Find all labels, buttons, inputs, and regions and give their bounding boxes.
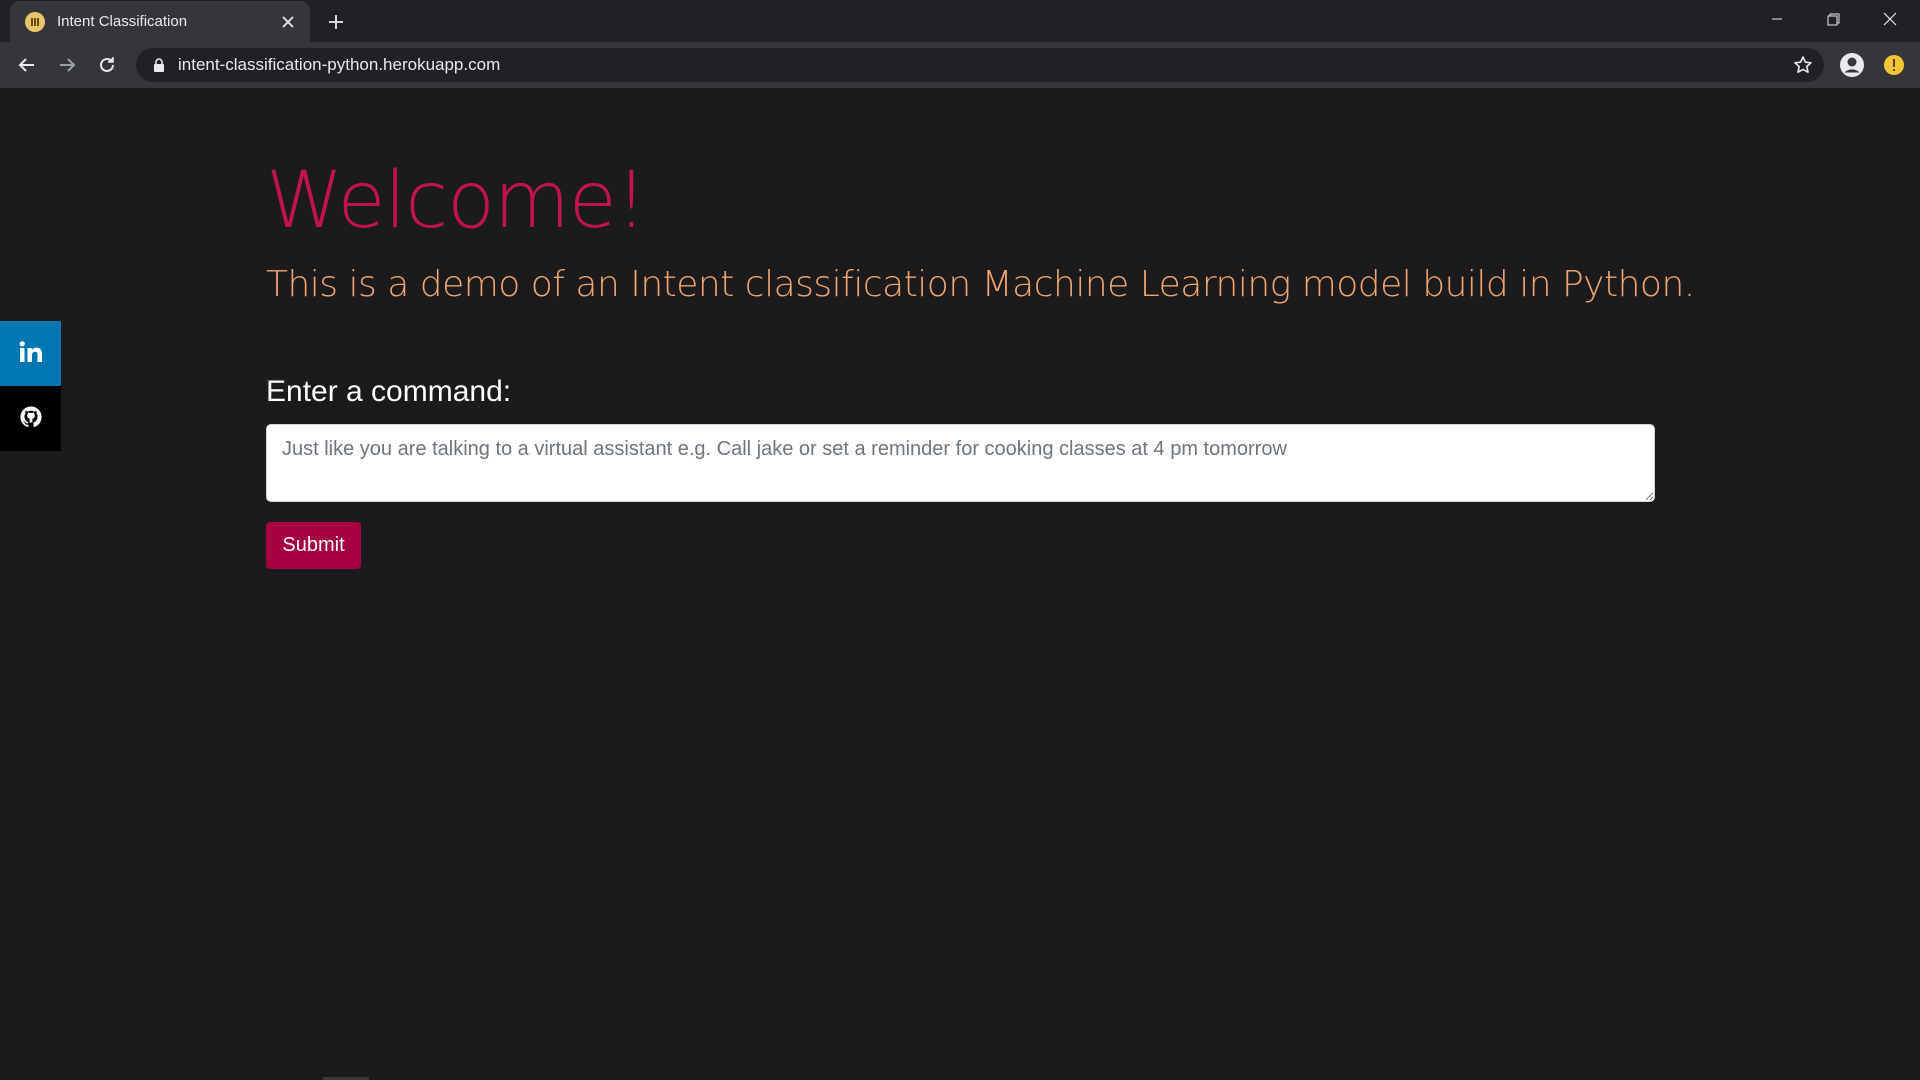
command-input[interactable] bbox=[266, 424, 1655, 502]
lock-icon[interactable] bbox=[150, 56, 168, 74]
browser-tab[interactable]: Intent Classification bbox=[10, 1, 310, 42]
url-text[interactable]: intent-classification-python.herokuapp.c… bbox=[178, 55, 1788, 75]
tab-close-icon[interactable] bbox=[276, 10, 300, 34]
browser-toolbar: intent-classification-python.herokuapp.c… bbox=[0, 42, 1920, 88]
github-link[interactable] bbox=[0, 386, 61, 451]
heroku-favicon-icon bbox=[25, 11, 45, 32]
forward-arrow-icon[interactable] bbox=[51, 49, 83, 81]
welcome-heading: Welcome! bbox=[266, 156, 647, 246]
command-label: Enter a command: bbox=[266, 375, 512, 408]
new-tab-icon[interactable] bbox=[322, 8, 350, 36]
browser-tabstrip: Intent Classification bbox=[0, 0, 1920, 42]
restore-icon[interactable] bbox=[1805, 0, 1861, 38]
tab-title: Intent Classification bbox=[57, 13, 188, 30]
page-subtitle: This is a demo of an Intent classificati… bbox=[266, 264, 1695, 305]
page-body: Welcome! This is a demo of an Intent cla… bbox=[0, 88, 1920, 1080]
minimize-icon[interactable] bbox=[1749, 0, 1805, 38]
address-bar[interactable]: intent-classification-python.herokuapp.c… bbox=[136, 48, 1824, 82]
profile-avatar-icon[interactable] bbox=[1838, 51, 1866, 79]
close-window-icon[interactable] bbox=[1862, 0, 1918, 38]
update-alert-icon[interactable] bbox=[1882, 53, 1906, 77]
linkedin-icon bbox=[19, 340, 43, 367]
linkedin-link[interactable] bbox=[0, 321, 61, 386]
reload-icon[interactable] bbox=[91, 49, 123, 81]
submit-button[interactable]: Submit bbox=[266, 522, 361, 569]
back-arrow-icon[interactable] bbox=[11, 49, 43, 81]
github-icon bbox=[19, 405, 43, 433]
bookmark-star-icon[interactable] bbox=[1788, 50, 1818, 80]
